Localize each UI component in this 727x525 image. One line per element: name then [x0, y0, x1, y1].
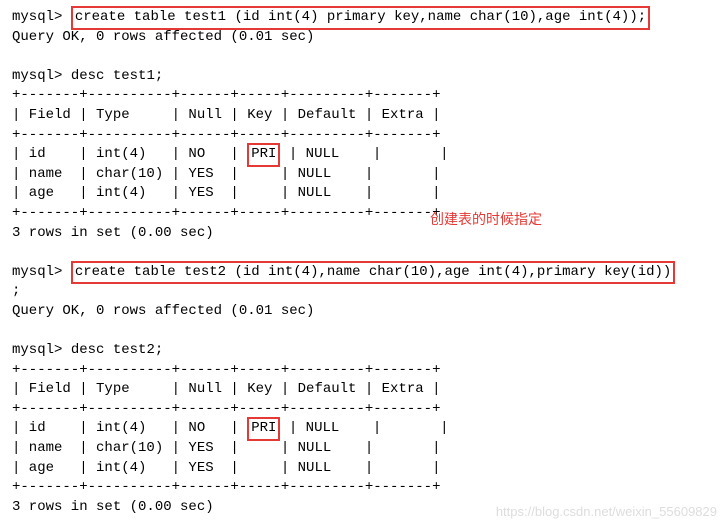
table-header: | Field | Type | Null | Key | Default | …: [12, 106, 715, 126]
table-sep: +-------+----------+------+-----+-------…: [12, 478, 715, 498]
cmd-line-1: mysql> create table test1 (id int(4) pri…: [12, 8, 715, 28]
blank-line: [12, 322, 715, 342]
blank-line: [12, 47, 715, 67]
table-sep: +-------+----------+------+-----+-------…: [12, 361, 715, 381]
table-row: | name | char(10) | YES | | NULL | |: [12, 165, 715, 185]
prompt: mysql>: [12, 264, 62, 280]
table-sep: +-------+----------+------+-----+-------…: [12, 204, 715, 224]
prompt: mysql>: [12, 9, 62, 25]
table-sep: +-------+----------+------+-----+-------…: [12, 126, 715, 146]
cmd-line-2b: ;: [12, 282, 715, 302]
result-line-2: Query OK, 0 rows affected (0.01 sec): [12, 302, 715, 322]
table-row: | age | int(4) | YES | | NULL | |: [12, 459, 715, 479]
cmd-line-desc1: mysql> desc test1;: [12, 67, 715, 87]
table-sep: +-------+----------+------+-----+-------…: [12, 400, 715, 420]
prompt: mysql>: [12, 342, 62, 358]
prompt: mysql>: [12, 68, 62, 84]
table-header: | Field | Type | Null | Key | Default | …: [12, 380, 715, 400]
result-line-1: Query OK, 0 rows affected (0.01 sec): [12, 28, 715, 48]
highlight-box-pri1: PRI: [247, 143, 280, 167]
table-sep: +-------+----------+------+-----+-------…: [12, 86, 715, 106]
table-row: | id | int(4) | NO | PRI | NULL | |: [12, 419, 715, 439]
table-row: | age | int(4) | YES | | NULL | |: [12, 184, 715, 204]
result-line-desc1: 3 rows in set (0.00 sec): [12, 224, 715, 244]
annotation-text: 创建表的时候指定: [430, 210, 542, 230]
highlight-box-pri2: PRI: [247, 417, 280, 441]
highlight-box-create1: create table test1 (id int(4) primary ke…: [71, 6, 650, 30]
table-row: | id | int(4) | NO | PRI | NULL | |: [12, 145, 715, 165]
watermark-text: https://blog.csdn.net/weixin_55609829: [496, 503, 717, 521]
cmd-line-2: mysql> create table test2 (id int(4),nam…: [12, 263, 715, 283]
highlight-box-create2: create table test2 (id int(4),name char(…: [71, 261, 676, 285]
table-row: | name | char(10) | YES | | NULL | |: [12, 439, 715, 459]
cmd-line-desc2: mysql> desc test2;: [12, 341, 715, 361]
